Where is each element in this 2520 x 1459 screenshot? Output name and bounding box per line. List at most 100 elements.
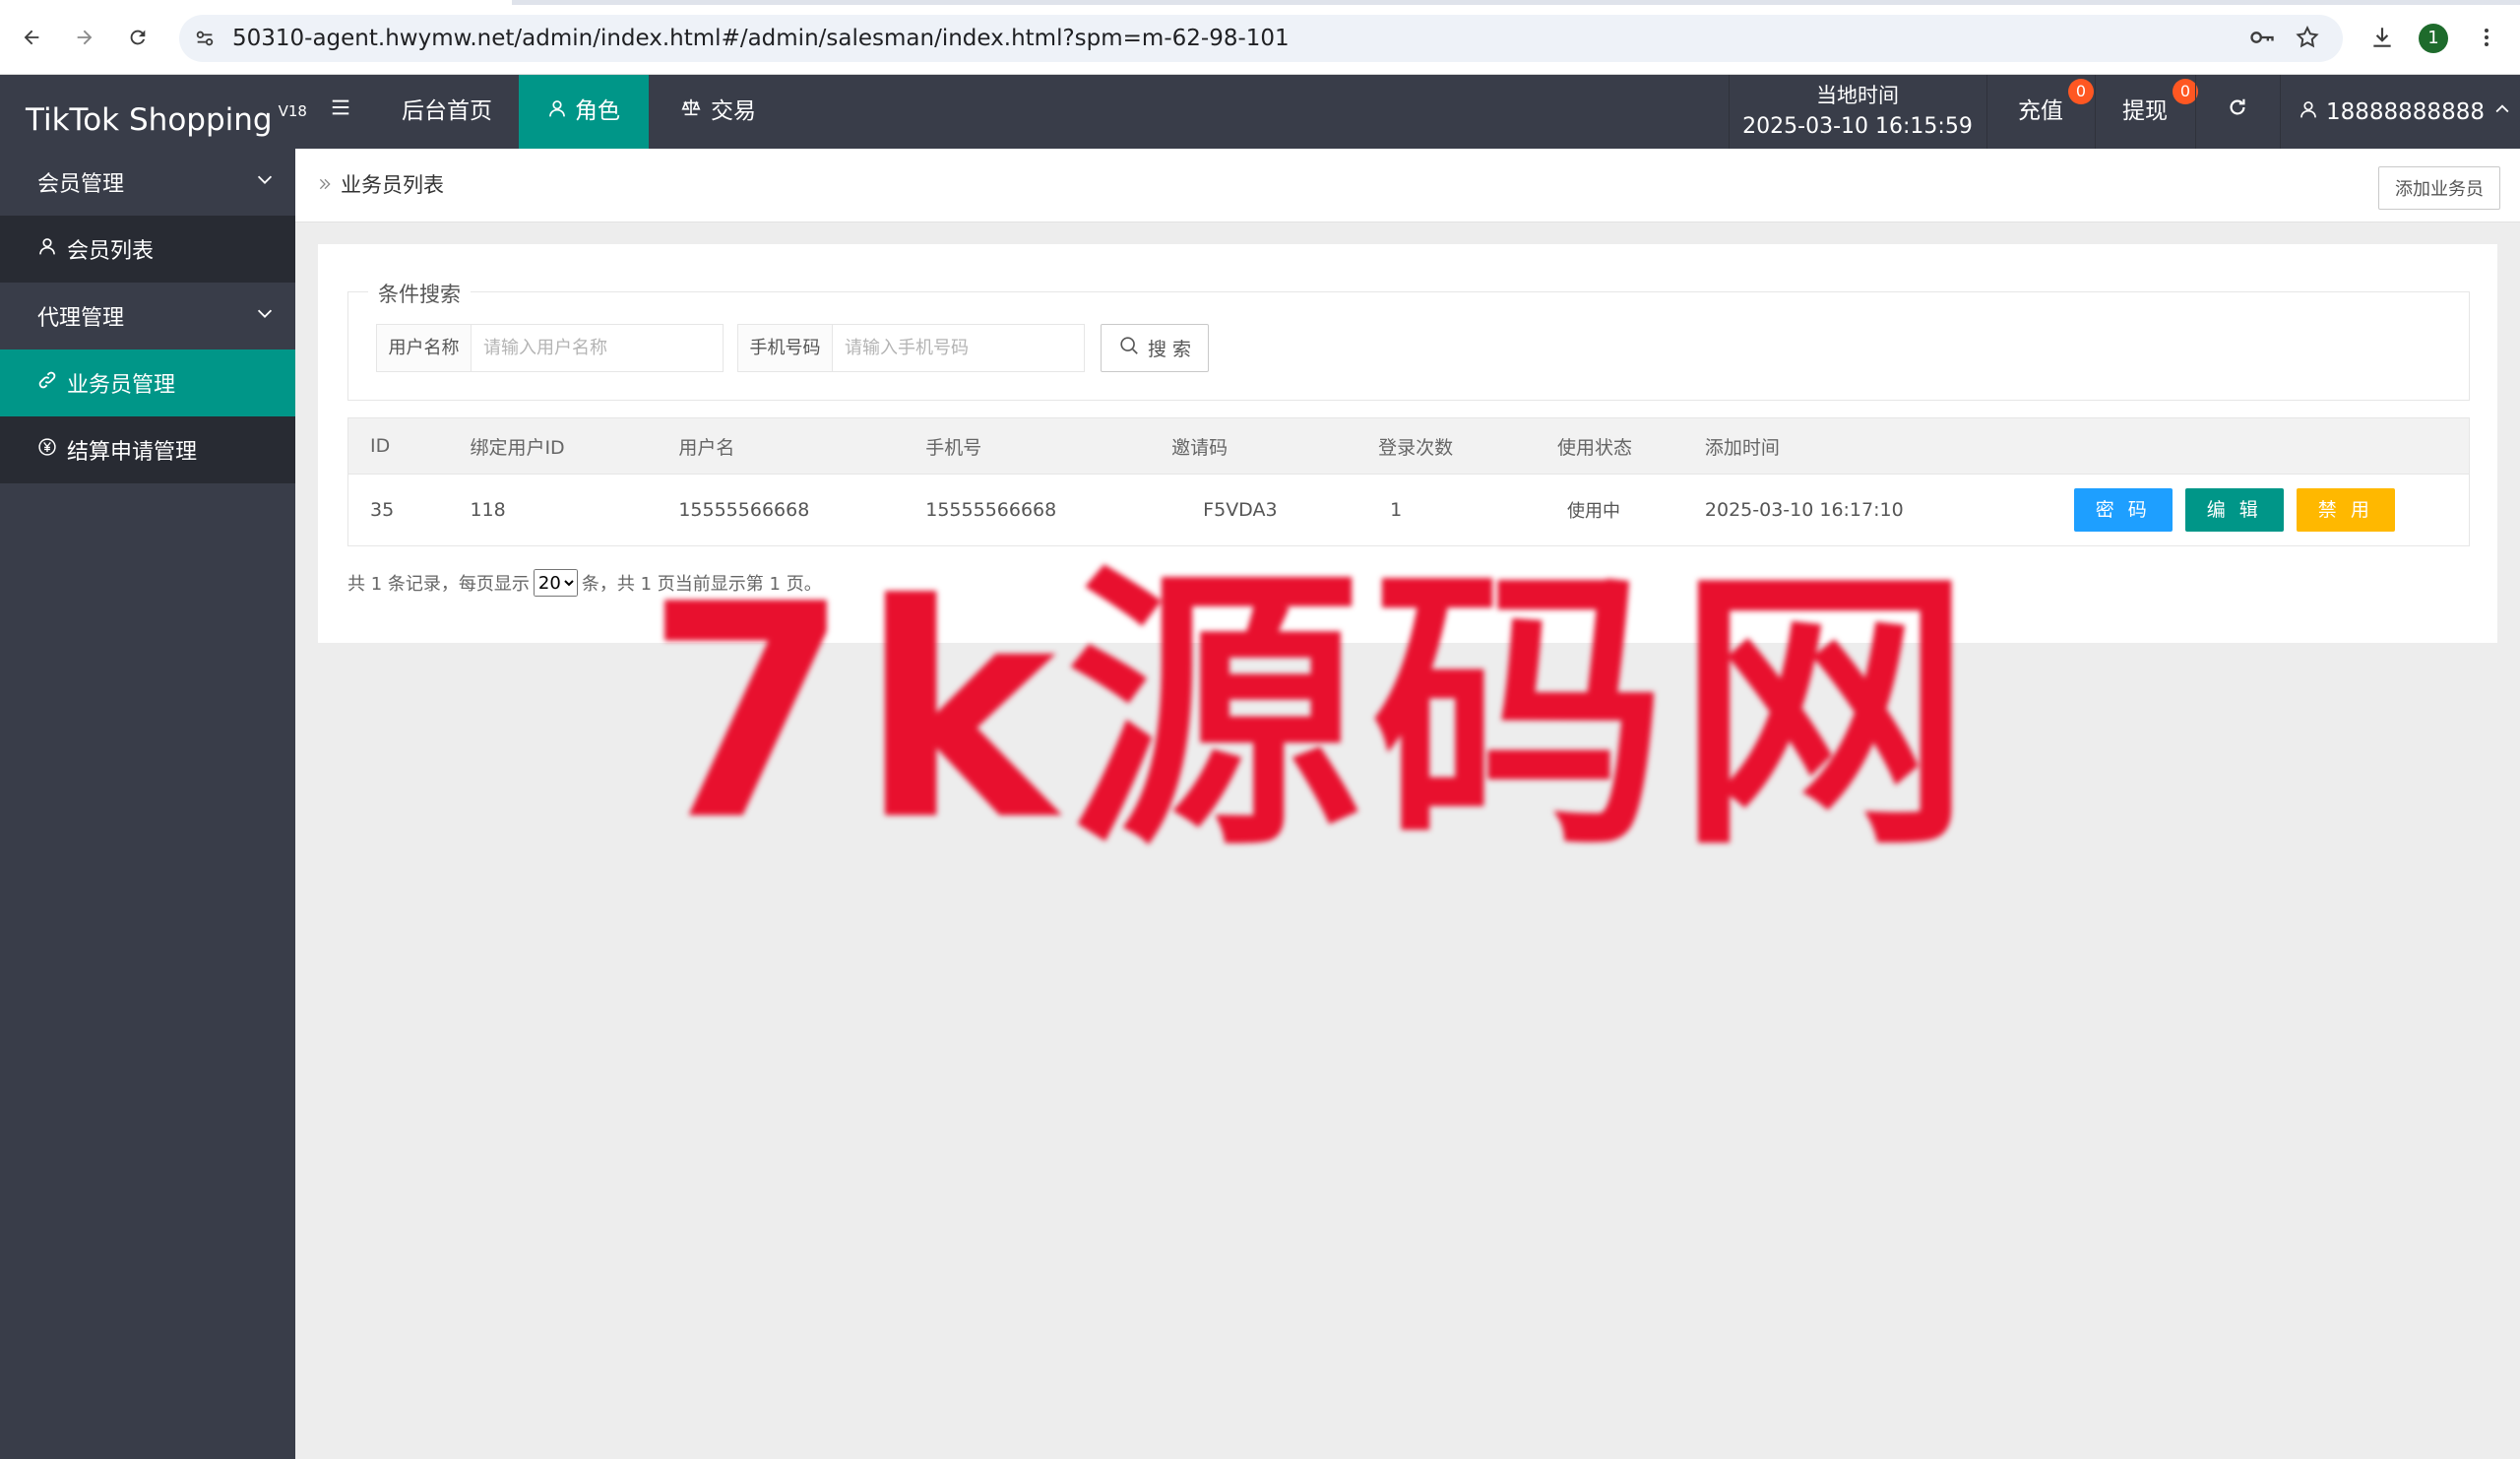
phone-search-group: 手机号码 xyxy=(737,324,1085,372)
column-header: 手机号 xyxy=(904,417,1151,475)
password-key-icon[interactable] xyxy=(2244,20,2280,55)
column-header: 邀请码 xyxy=(1150,417,1357,475)
add-salesman-button[interactable]: 添加业务员 xyxy=(2378,166,2500,210)
link-icon xyxy=(37,370,57,396)
withdraw-button[interactable]: 提现 0 xyxy=(2096,75,2198,149)
reload-icon[interactable] xyxy=(120,20,156,55)
nav-trade-label: 交易 xyxy=(711,98,756,124)
nav-role[interactable]: 角色 xyxy=(519,75,649,149)
phone-search-input[interactable] xyxy=(833,325,1084,371)
local-time-label: 当地时间 xyxy=(1816,84,1899,107)
column-header: 绑定用户ID xyxy=(448,417,658,475)
search-button-label: 搜 索 xyxy=(1147,339,1192,360)
app-header: TikTok Shopping V18 后台首页 角色 交易 当地时间 2025-… xyxy=(0,75,2520,149)
sidebar-item-label: 业务员管理 xyxy=(67,373,176,398)
browser-chrome: 50310-agent.hwymw.net/admin/index.html#/… xyxy=(0,0,2520,75)
sidebar-group-label: 代理管理 xyxy=(37,306,125,331)
app-logo[interactable]: TikTok Shopping V18 xyxy=(26,75,307,158)
cell-actions: 密 码编 辑禁 用 xyxy=(2024,474,2470,546)
table-header-row: ID 绑定用户ID 用户名 手机号 邀请码 登录次数 使用状态 添加时间 xyxy=(347,417,2470,475)
username-search-input[interactable] xyxy=(472,325,723,371)
profile-avatar[interactable]: 1 xyxy=(2419,24,2448,53)
scale-icon xyxy=(679,75,703,149)
breadcrumb-bar: 业务员列表 添加业务员 xyxy=(295,149,2520,222)
search-icon xyxy=(1118,335,1140,361)
withdraw-label: 提现 xyxy=(2122,98,2168,124)
sidebar-group-members[interactable]: 会员管理 xyxy=(0,149,295,216)
pager-prefix: 共 1 条记录，每页显示 xyxy=(347,574,530,595)
column-header: ID xyxy=(347,417,449,475)
recharge-label: 充值 xyxy=(2018,98,2063,124)
username-search-label: 用户名称 xyxy=(377,325,472,371)
nav-trade[interactable]: 交易 xyxy=(649,75,787,149)
sidebar-group-agents[interactable]: 代理管理 xyxy=(0,283,295,349)
sidebar-group-label: 会员管理 xyxy=(37,172,125,197)
user-icon xyxy=(2299,99,2318,125)
username-label: 18888888888 xyxy=(2326,98,2485,125)
cell-phone: 15555566668 xyxy=(904,474,1151,546)
breadcrumb: 业务员列表 xyxy=(317,149,444,222)
kebab-menu-icon[interactable] xyxy=(2469,20,2504,55)
column-header: 用户名 xyxy=(657,417,905,475)
table-row: 35 118 15555566668 15555566668 F5VDA3 1 … xyxy=(347,474,2470,546)
nav-role-label: 角色 xyxy=(575,98,620,124)
back-icon[interactable] xyxy=(14,20,49,55)
download-icon[interactable] xyxy=(2364,20,2400,55)
recharge-badge: 0 xyxy=(2068,79,2094,104)
local-time: 当地时间 2025-03-10 16:15:59 xyxy=(1730,75,1985,149)
sidebar-item-label: 结算申请管理 xyxy=(67,440,198,465)
disable-button[interactable]: 禁 用 xyxy=(2296,488,2395,532)
recharge-button[interactable]: 充值 0 xyxy=(1987,75,2094,149)
edit-button[interactable]: 编 辑 xyxy=(2184,488,2284,532)
breadcrumb-current: 业务员列表 xyxy=(341,173,444,197)
status-badge: 使用中 xyxy=(1535,474,1683,546)
salesman-table: ID 绑定用户ID 用户名 手机号 邀请码 登录次数 使用状态 添加时间 35 … xyxy=(347,417,2470,546)
watermark: 7k源码网 xyxy=(645,551,1972,876)
chevron-down-icon xyxy=(254,302,276,330)
column-header: 添加时间 xyxy=(1682,417,2025,475)
header-divider xyxy=(2280,75,2281,149)
logo-text: TikTok Shopping xyxy=(26,102,273,138)
cell-added-time: 2025-03-10 16:17:10 xyxy=(1682,474,2025,546)
nav-home-label: 后台首页 xyxy=(402,98,492,124)
cell-login-count: 1 xyxy=(1356,474,1536,546)
chevron-down-icon xyxy=(254,168,276,196)
sidebar-item-member-list[interactable]: 会员列表 xyxy=(0,216,295,283)
cell-id: 35 xyxy=(347,474,449,546)
active-tab[interactable] xyxy=(0,0,512,5)
column-header: 使用状态 xyxy=(1535,417,1683,475)
url-text: 50310-agent.hwymw.net/admin/index.html#/… xyxy=(232,26,1290,51)
watermark-text: 7k源码网 xyxy=(645,541,1983,885)
user-icon xyxy=(37,236,57,262)
bookmark-star-icon[interactable] xyxy=(2290,20,2325,55)
local-time-value: 2025-03-10 16:15:59 xyxy=(1742,114,1973,139)
chevron-up-icon xyxy=(2492,99,2512,125)
sidebar-item-settlement[interactable]: 结算申请管理 xyxy=(0,416,295,483)
yen-coin-icon xyxy=(37,437,57,463)
phone-search-label: 手机号码 xyxy=(738,325,833,371)
sidebar-item-salesman[interactable]: 业务员管理 xyxy=(0,349,295,416)
sidebar: 会员管理 会员列表 代理管理 业务员管理 结算申请管理 xyxy=(0,149,295,1459)
hamburger-icon xyxy=(330,75,351,149)
search-button[interactable]: 搜 索 xyxy=(1101,324,1209,372)
username-search-group: 用户名称 xyxy=(376,324,724,372)
refresh-button[interactable] xyxy=(2196,75,2279,149)
menu-toggle-button[interactable] xyxy=(305,75,376,149)
page-size-select[interactable]: 20 xyxy=(533,569,578,597)
address-bar[interactable]: 50310-agent.hwymw.net/admin/index.html#/… xyxy=(179,15,2343,62)
column-header: 登录次数 xyxy=(1356,417,1536,475)
refresh-icon xyxy=(2227,75,2248,149)
search-legend: 条件搜索 xyxy=(368,279,471,308)
column-header xyxy=(2024,417,2470,475)
nav-home[interactable]: 后台首页 xyxy=(378,75,516,149)
search-fieldset: 条件搜索 用户名称 手机号码 搜 索 xyxy=(347,279,2470,401)
version-label: V18 xyxy=(278,102,307,120)
forward-icon[interactable] xyxy=(67,20,102,55)
site-settings-icon[interactable] xyxy=(189,23,220,54)
tab-strip xyxy=(0,0,2520,5)
cell-invite-code: F5VDA3 xyxy=(1150,474,1357,546)
double-chevron-right-icon xyxy=(317,149,333,222)
sidebar-item-label: 会员列表 xyxy=(67,239,155,264)
user-menu[interactable]: 18888888888 xyxy=(2299,75,2512,149)
password-button[interactable]: 密 码 xyxy=(2073,488,2173,532)
